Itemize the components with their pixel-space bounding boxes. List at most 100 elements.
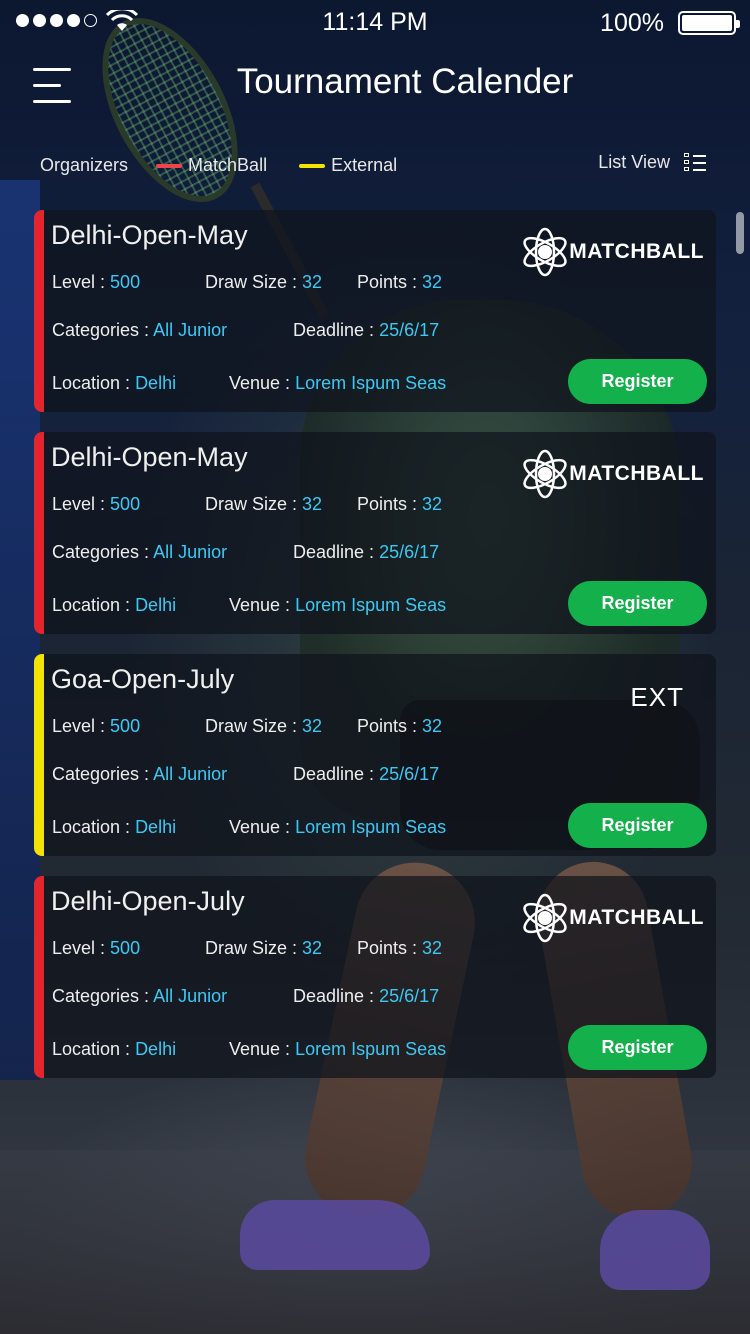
venue-label: Venue : (229, 1039, 296, 1059)
legend-item-external: External (299, 155, 397, 176)
deadline-field: Deadline : 25/6/17 (293, 542, 439, 563)
level-label: Level : (52, 938, 111, 958)
location-label: Location : (52, 1039, 136, 1059)
venue-field: Venue : Lorem Ispum Seas (229, 1039, 446, 1060)
matchball-swatch (156, 163, 183, 168)
logo-text: MATCHBALL (569, 462, 704, 485)
tournament-name: Delhi-Open-July (51, 886, 245, 916)
draw-size-label: Draw Size : (205, 272, 303, 292)
matchball-logo: MATCHBALL (519, 226, 704, 278)
row-level: Level : 500 Draw Size : 32 Points : 32 (52, 272, 442, 293)
deadline-value: 25/6/17 (379, 542, 440, 562)
location-value: Delhi (135, 1039, 177, 1059)
tournament-card[interactable]: Goa-Open-July EXT Level : 500 Draw Size : 3… (34, 654, 716, 856)
organizer-color-bar (34, 876, 44, 1078)
legend-label: External (331, 155, 398, 175)
tournament-card[interactable]: Delhi-Open-July MATCHBALL Level : 500 Draw … (34, 876, 716, 1078)
draw-size-field: Draw Size : 32 (205, 938, 322, 959)
list-view-toggle[interactable]: List View (598, 152, 706, 173)
level-field: Level : 500 (52, 716, 140, 736)
tournament-card[interactable]: Delhi-Open-May MATCHBALL Level : 500 Draw S… (34, 210, 716, 412)
row-categories: Categories : All Junior Deadline : 25/6/1… (52, 986, 439, 1007)
row-categories: Categories : All Junior Deadline : 25/6/1… (52, 542, 439, 563)
organizer-color-bar (34, 654, 44, 856)
row-level: Level : 500 Draw Size : 32 Points : 32 (52, 938, 442, 959)
categories-label: Categories : (52, 986, 154, 1006)
legend-item-matchball: MatchBall (156, 155, 267, 176)
row-level: Level : 500 Draw Size : 32 Points : 32 (52, 494, 442, 515)
venue-value: Lorem Ispum Seas (295, 595, 447, 615)
scrollbar[interactable] (736, 212, 744, 254)
external-swatch (299, 163, 326, 168)
deadline-value: 25/6/17 (379, 986, 440, 1006)
level-field: Level : 500 (52, 494, 140, 514)
external-badge: EXT (630, 682, 684, 712)
row-location: Location : Delhi Venue : Lorem Ispum Seas (52, 373, 446, 394)
points-value: 32 (422, 938, 443, 958)
location-field: Location : Delhi (52, 1039, 176, 1059)
draw-size-value: 32 (302, 272, 323, 292)
deadline-value: 25/6/17 (379, 764, 440, 784)
deadline-field: Deadline : 25/6/17 (293, 764, 439, 785)
level-value: 500 (110, 494, 141, 514)
draw-size-value: 32 (302, 716, 323, 736)
level-value: 500 (110, 938, 141, 958)
points-label: Points : (357, 272, 423, 292)
register-button[interactable]: Register (568, 581, 707, 626)
deadline-label: Deadline : (293, 320, 380, 340)
points-label: Points : (357, 494, 423, 514)
points-label: Points : (357, 938, 423, 958)
level-value: 500 (110, 272, 141, 292)
list-view-label: List View (598, 152, 670, 172)
venue-field: Venue : Lorem Ispum Seas (229, 373, 446, 394)
draw-size-field: Draw Size : 32 (205, 494, 322, 515)
categories-label: Categories : (52, 764, 154, 784)
deadline-label: Deadline : (293, 764, 380, 784)
categories-value: All Junior (153, 764, 228, 784)
level-label: Level : (52, 716, 111, 736)
categories-value: All Junior (153, 542, 228, 562)
points-value: 32 (422, 272, 443, 292)
deadline-value: 25/6/17 (379, 320, 440, 340)
venue-value: Lorem Ispum Seas (295, 817, 447, 837)
deadline-label: Deadline : (293, 542, 380, 562)
points-value: 32 (422, 716, 443, 736)
location-label: Location : (52, 373, 136, 393)
categories-field: Categories : All Junior (52, 986, 227, 1006)
tournament-card[interactable]: Delhi-Open-May MATCHBALL Level : 500 Draw S… (34, 432, 716, 634)
matchball-logo: MATCHBALL (519, 892, 704, 944)
level-field: Level : 500 (52, 938, 140, 958)
location-value: Delhi (135, 373, 177, 393)
page-title: Tournament Calender (236, 62, 574, 101)
categories-value: All Junior (153, 320, 228, 340)
deadline-field: Deadline : 25/6/17 (293, 986, 439, 1007)
deadline-label: Deadline : (293, 986, 380, 1006)
points-field: Points : 32 (357, 494, 442, 515)
location-value: Delhi (135, 817, 177, 837)
points-label: Points : (357, 716, 423, 736)
battery-percent: 100% (600, 9, 664, 37)
venue-field: Venue : Lorem Ispum Seas (229, 595, 446, 616)
draw-size-label: Draw Size : (205, 716, 303, 736)
row-categories: Categories : All Junior Deadline : 25/6/1… (52, 320, 439, 341)
row-location: Location : Delhi Venue : Lorem Ispum Seas (52, 595, 446, 616)
location-field: Location : Delhi (52, 373, 176, 393)
register-button[interactable]: Register (568, 803, 707, 848)
location-label: Location : (52, 817, 136, 837)
draw-size-value: 32 (302, 494, 323, 514)
legend-label: MatchBall (188, 155, 268, 175)
level-label: Level : (52, 272, 111, 292)
tournament-name: Delhi-Open-May (51, 442, 248, 472)
row-location: Location : Delhi Venue : Lorem Ispum Seas (52, 817, 446, 838)
organizer-legend: Organizers MatchBall External (40, 155, 397, 176)
legend-title: Organizers (40, 155, 129, 175)
matchball-logo-icon (523, 449, 567, 499)
list-icon (684, 152, 706, 173)
venue-field: Venue : Lorem Ispum Seas (229, 817, 446, 838)
register-button[interactable]: Register (568, 1025, 707, 1070)
venue-value: Lorem Ispum Seas (295, 1039, 447, 1059)
draw-size-label: Draw Size : (205, 938, 303, 958)
register-button[interactable]: Register (568, 359, 707, 404)
points-field: Points : 32 (357, 272, 442, 293)
row-categories: Categories : All Junior Deadline : 25/6/1… (52, 764, 439, 785)
